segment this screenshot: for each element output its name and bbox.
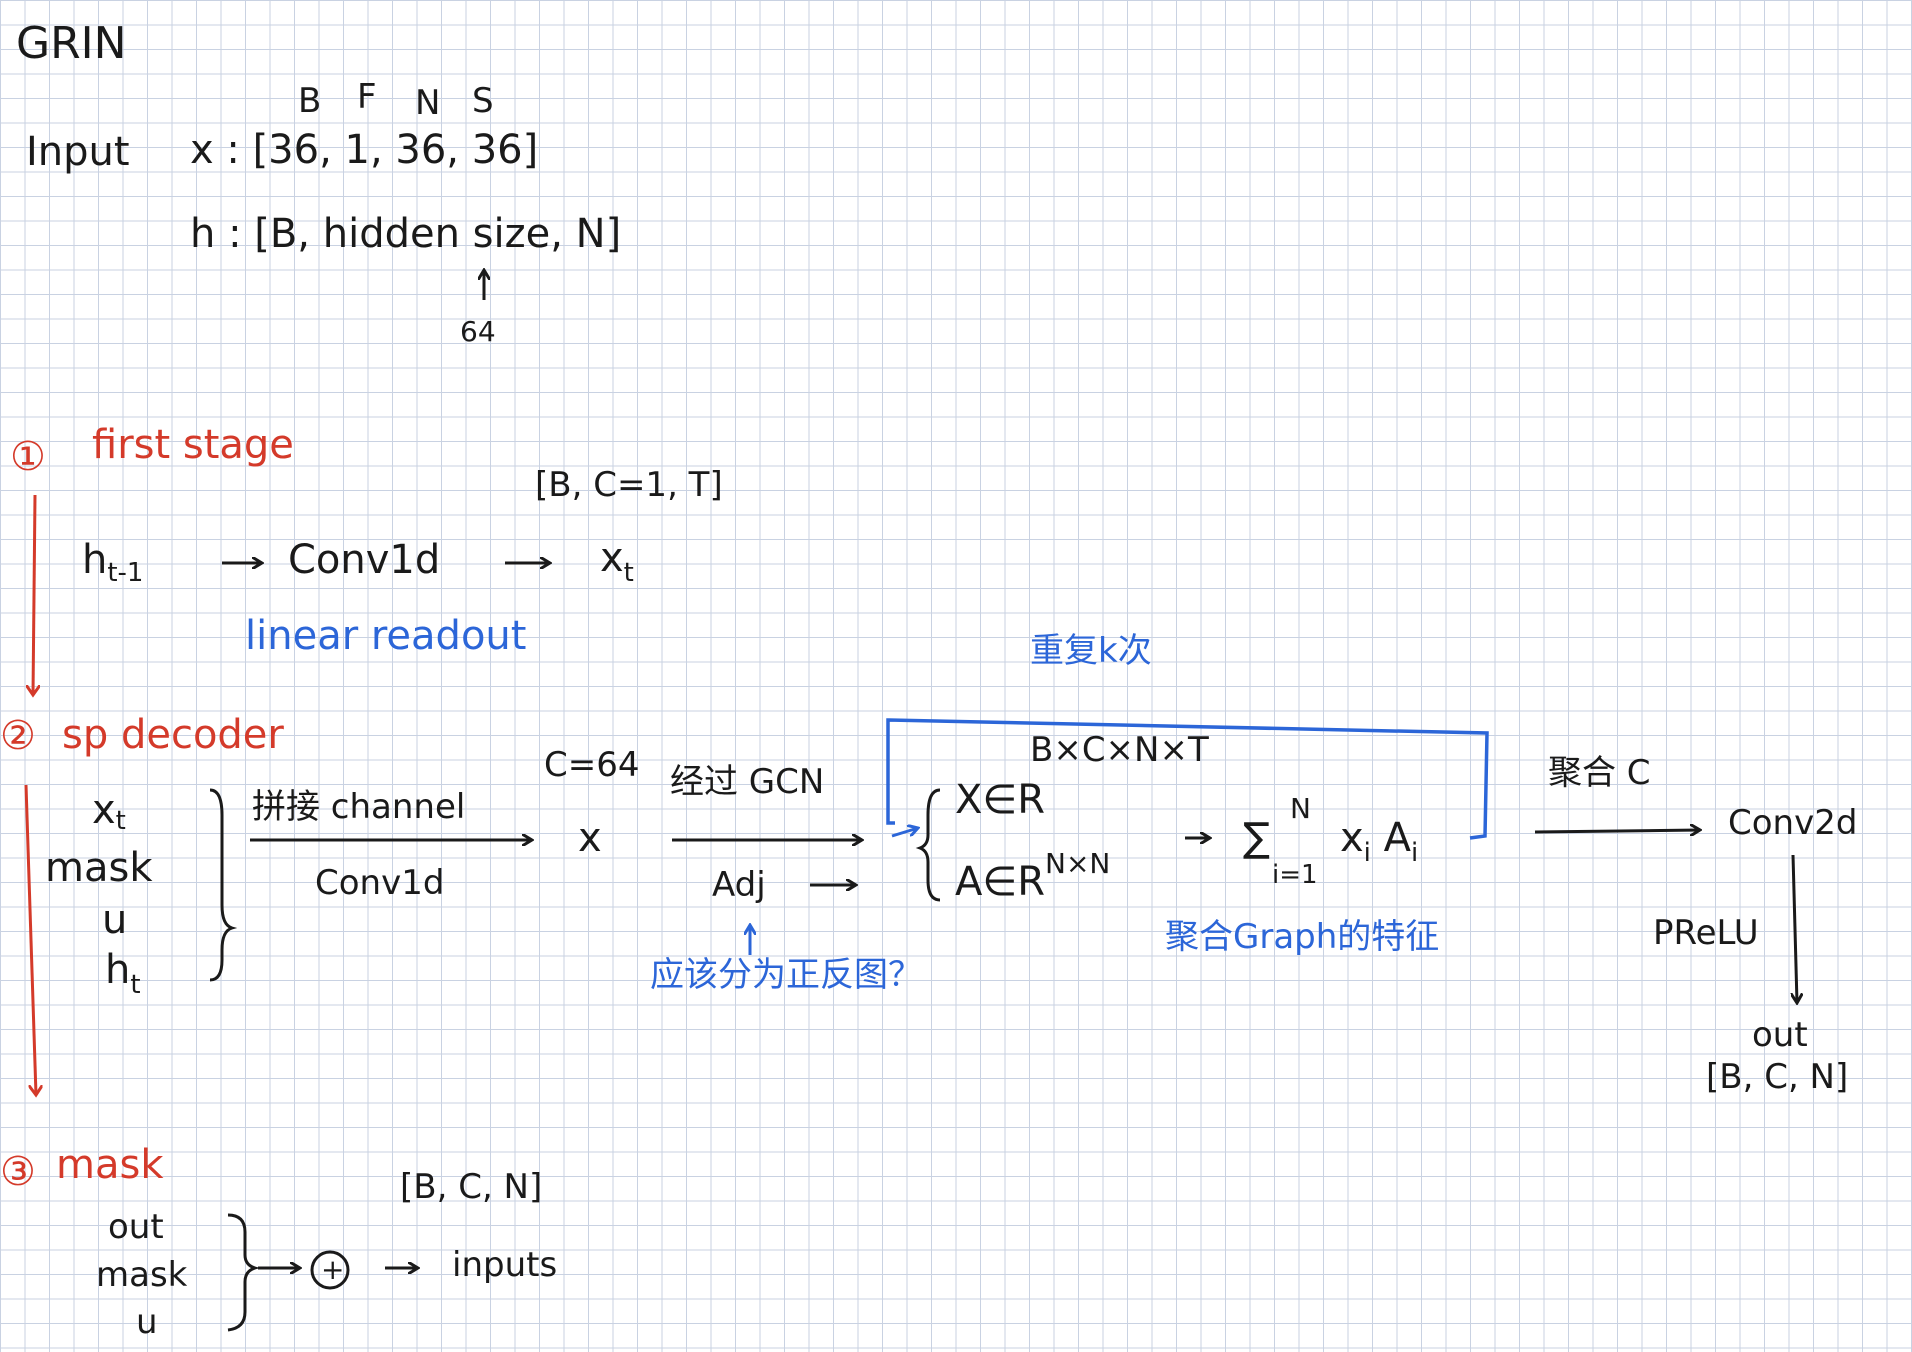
plus-symbol: + [321,1253,345,1286]
xt-subscript: t [115,806,126,836]
graph-aggregate-note: 聚合Graph的特征 [1165,917,1440,957]
ht-symbol: h [105,947,131,993]
hidden-size-value: 64 [460,315,496,348]
xt-symbol: x [92,787,116,833]
ht-subscript: t [130,970,141,1000]
conv2d-down-arrow [1793,854,1797,1003]
dim-label-s: S [472,81,494,121]
x-t-subscript: t [623,558,634,588]
sum-term: xi Ai [1340,818,1418,866]
sp-input-xt: xt [92,790,126,834]
mask-number: ③ [0,1149,36,1195]
input-label: Input [26,129,130,175]
mask-shape: [B, C, N] [400,1167,543,1207]
gcn-brace [915,788,941,902]
sum-lower: i=1 [1272,860,1318,890]
mask-input-u: u [136,1302,158,1342]
first-stage-shape: [B, C=1, T] [535,465,723,505]
mask-title: mask [56,1142,164,1188]
sp-decoder-number: ② [0,713,36,759]
connector-layer [24,0,1912,1332]
whiteboard-canvas: GRIN B F N S Input x : [36, 1, 36, 36] h… [0,0,1912,1352]
input-h-shape: h : [B, hidden size, N] [190,211,622,257]
first-stage-op: Conv1d [288,537,441,583]
prelu-label: PReLU [1653,913,1759,953]
sum-upper: N [1290,792,1311,825]
a-in-r: A∈RN×N [955,847,1111,905]
aggregate-c-arrow [1534,830,1700,832]
h-prev-symbol: h [82,537,108,583]
decoder-out-shape: [B, C, N] [1706,1057,1849,1097]
concat-channel-label: 拼接 channel [252,787,466,827]
red-flow-arrow-2 [24,784,36,1095]
sum-symbol: ∑ [1243,815,1270,861]
tensor-dims-label: B×C×N×T [1030,730,1209,770]
x-in-r: X∈R [955,777,1046,823]
linear-readout-note: linear readout [245,613,527,659]
h-prev-subscript: t-1 [107,558,144,588]
sp-conv1d-label: Conv1d [315,863,445,903]
x-t-symbol: x [600,535,624,581]
repeat-inner-arrow [891,828,918,838]
decoder-out-label: out [1752,1015,1808,1055]
mask-input-out: out [108,1207,164,1247]
repeat-k-label: 重复k次 [1030,631,1152,671]
input-x-shape: x : [36, 1, 36, 36] [190,127,539,173]
a-in-r-base: A∈R [955,859,1045,905]
dim-label-f: F [357,77,377,117]
mask-input-mask: mask [96,1255,188,1295]
sum-x-subscript: i [1363,838,1371,868]
red-flow-arrow-1 [33,494,35,695]
diagram-title: GRIN [16,18,127,69]
sp-input-mask: mask [45,845,153,891]
sp-input-ht: ht [105,950,141,998]
sp-input-u: u [102,897,128,943]
a-in-r-superscript: N×N [1045,847,1111,880]
first-stage-out: xt [600,538,634,586]
sp-decoder-title: sp decoder [62,712,284,758]
first-stage-h-prev: ht-1 [82,540,143,586]
adj-label: Adj [712,865,766,905]
first-stage-title: first stage [92,422,294,468]
c64-label: C=64 [544,745,640,785]
dim-label-b: B [298,81,322,121]
sum-a: A [1383,815,1411,861]
gcn-label: 经过 GCN [670,762,825,802]
sum-x: x [1340,815,1364,861]
input-brace [209,788,238,982]
sum-a-subscript: i [1411,838,1419,868]
adj-direction-note: 应该分为正反图？ [650,955,922,995]
mask-brace [227,1213,261,1332]
aggregate-c-label: 聚合 C [1548,753,1651,793]
mask-result: inputs [452,1245,558,1285]
sp-x-label: x [578,815,602,861]
conv2d-label: Conv2d [1728,803,1858,843]
first-stage-number: ① [10,434,46,480]
dim-label-n: N [415,83,441,123]
